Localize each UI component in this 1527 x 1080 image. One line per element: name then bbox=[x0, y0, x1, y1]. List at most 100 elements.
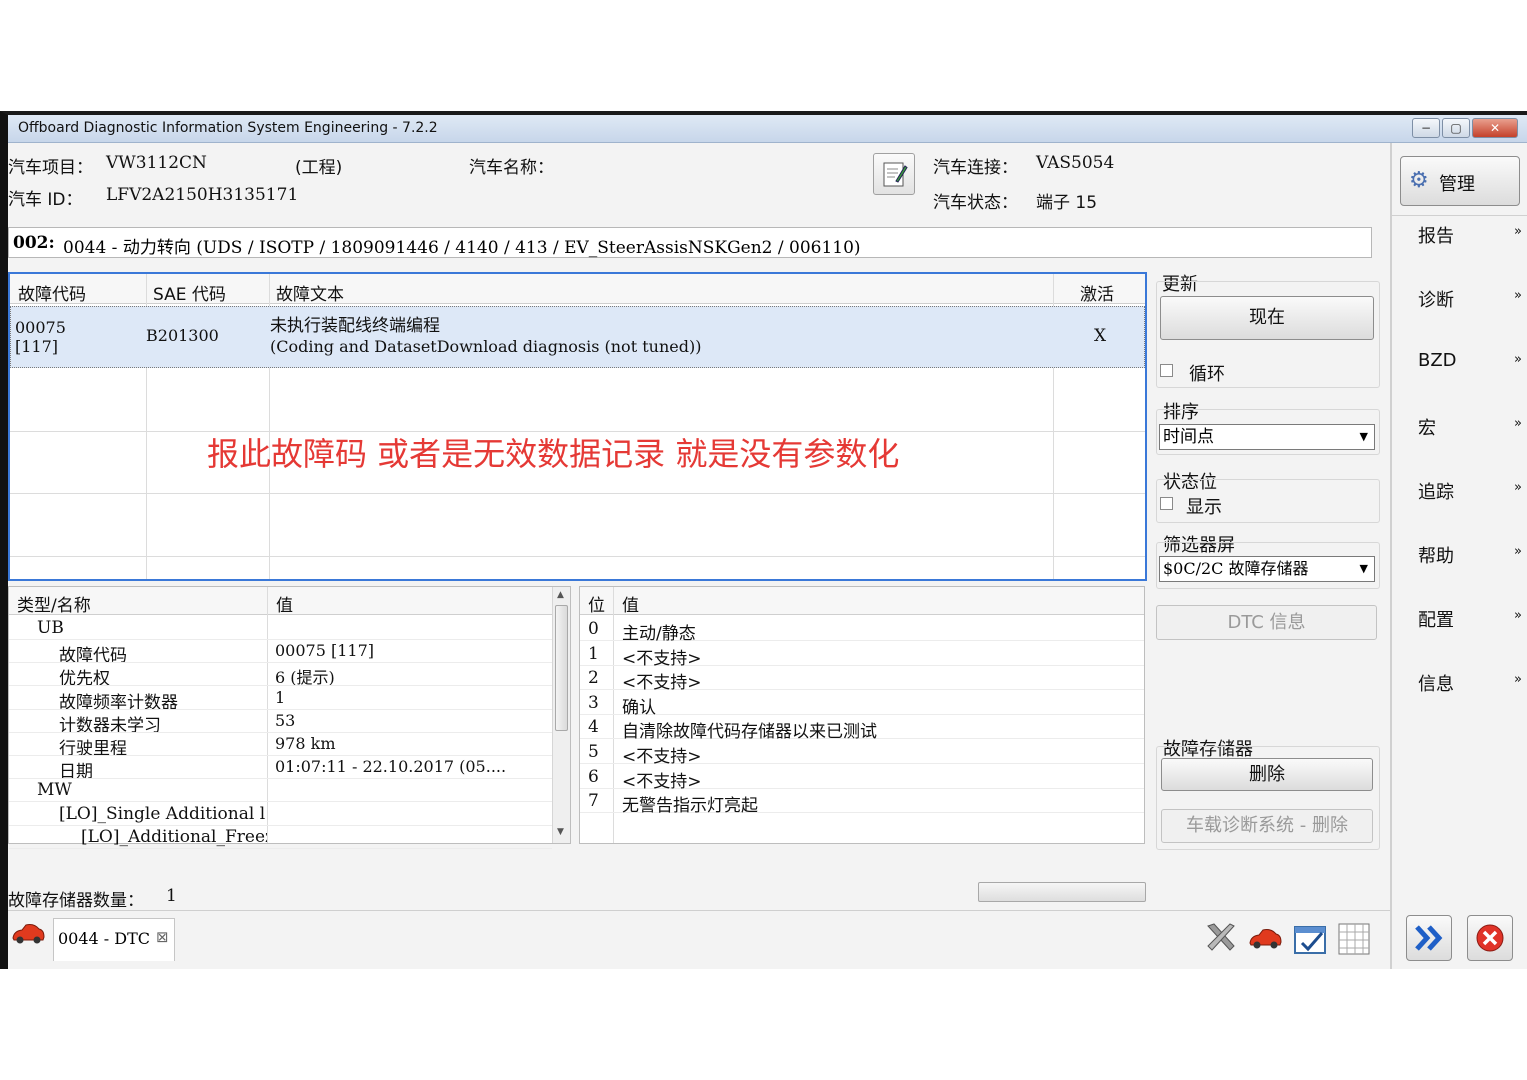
status-bit: 3 bbox=[588, 692, 599, 713]
forward-button[interactable] bbox=[1406, 915, 1452, 961]
detail-header-value[interactable]: 值 bbox=[276, 591, 293, 616]
window-title: Offboard Diagnostic Information System E… bbox=[18, 120, 438, 136]
vehicle-name-label: 汽车名称： bbox=[469, 158, 554, 178]
status-value: 主动/静态 bbox=[622, 624, 696, 644]
delete-button[interactable]: 删除 bbox=[1161, 758, 1373, 791]
vehicle-id-value: LFV2A2150H3135171 bbox=[106, 185, 299, 205]
tab-close-icon[interactable]: ⊠ bbox=[156, 928, 169, 946]
table-row[interactable]: 行驶里程 978 km bbox=[9, 733, 552, 756]
dtc-header-text[interactable]: 故障文本 bbox=[276, 280, 344, 305]
status-header-value[interactable]: 值 bbox=[622, 591, 639, 616]
minimize-button[interactable]: − bbox=[1412, 118, 1440, 138]
sidebar-item-5[interactable]: 帮助 » bbox=[1416, 542, 1527, 602]
fault-count-label: 故障存储器数量： bbox=[8, 891, 144, 911]
chevron-down-icon: » bbox=[1514, 480, 1522, 495]
sidebar-item-label: 报告 bbox=[1418, 226, 1454, 247]
dtc-info-button[interactable]: DTC 信息 bbox=[1156, 605, 1377, 640]
detail-name: 行驶里程 bbox=[59, 739, 127, 756]
table-row[interactable]: 6 <不支持> bbox=[580, 765, 1144, 792]
tab-dtc-label: 0044 - DTC bbox=[58, 929, 151, 948]
detail-table: 类型/名称 值 UB 故障代码 00075 [117] 优先权 6 (提示) 故障频率计数… bbox=[8, 586, 571, 849]
table-row[interactable]: 3 确认 bbox=[580, 691, 1144, 718]
sidebar-item-2[interactable]: BZD » bbox=[1416, 350, 1527, 410]
sidebar-item-label: 追踪 bbox=[1418, 482, 1454, 503]
table-row[interactable]: 故障代码 00075 [117] bbox=[9, 640, 552, 664]
obd-delete-button[interactable]: 车载诊断系统 - 删除 bbox=[1161, 809, 1373, 843]
status-value: 自清除故障代码存储器以来已测试 bbox=[622, 722, 877, 743]
connection-value: VAS5054 bbox=[1036, 153, 1115, 173]
show-checkbox[interactable] bbox=[1160, 497, 1173, 510]
scroll-up-icon[interactable]: ▲ bbox=[557, 590, 564, 600]
sidebar-item-label: 信息 bbox=[1418, 674, 1454, 695]
dropdown-arrow-icon: ▼ bbox=[1359, 430, 1368, 443]
close-window-button[interactable]: ✕ bbox=[1472, 118, 1518, 138]
table-row[interactable]: 0 主动/静态 bbox=[580, 617, 1144, 644]
sort-select[interactable]: 时间点 ▼ bbox=[1159, 424, 1375, 450]
table-row[interactable]: 2 <不支持> bbox=[580, 666, 1144, 693]
dtc-header-sae[interactable]: SAE 代码 bbox=[153, 280, 226, 305]
tools-icon[interactable] bbox=[1204, 920, 1238, 958]
dropdown-arrow-icon: ▼ bbox=[1359, 562, 1368, 575]
detail-name: 计数器未学习 bbox=[59, 715, 161, 733]
table-row[interactable]: 故障频率计数器 1 bbox=[9, 687, 552, 710]
ecu-address: 002: bbox=[13, 233, 55, 253]
detail-name: 日期 bbox=[59, 762, 93, 780]
status-bit: 5 bbox=[588, 742, 599, 762]
table-row[interactable]: 1 <不支持> bbox=[580, 642, 1144, 669]
exit-button[interactable] bbox=[1467, 915, 1513, 961]
status-value: <不支持> bbox=[622, 747, 702, 767]
table-row[interactable]: 优先权 6 (提示) bbox=[9, 663, 552, 687]
table-row[interactable]: 计数器未学习 53 bbox=[9, 710, 552, 733]
now-button[interactable]: 现在 bbox=[1160, 296, 1374, 340]
detail-name: UB bbox=[37, 618, 64, 638]
ecu-info-field: 002: 0044 - 动力转向 (UDS / ISOTP / 18090914… bbox=[8, 227, 1372, 258]
tab-dtc[interactable]: 0044 - DTC ⊠ bbox=[53, 918, 175, 961]
table-row[interactable]: 7 无警告指示灯亮起 bbox=[580, 789, 1144, 816]
detail-value: 978 km bbox=[275, 734, 336, 753]
dtc-table: 故障代码 SAE 代码 故障文本 激活 00075 [117] B201300 … bbox=[8, 272, 1147, 581]
detail-value: 6 (提示) bbox=[275, 668, 335, 687]
maximize-button[interactable]: ▢ bbox=[1442, 118, 1470, 138]
table-row[interactable]: 日期 01:07:11 - 22.10.2017 (05.... bbox=[9, 756, 552, 780]
filter-select[interactable]: $0C/2C 故障存储器 ▼ bbox=[1159, 556, 1375, 582]
show-label: 显示 bbox=[1186, 497, 1222, 518]
table-grid-icon[interactable] bbox=[1336, 921, 1372, 961]
project-label: 汽车项目： bbox=[8, 158, 93, 178]
scroll-down-icon[interactable]: ▼ bbox=[557, 827, 564, 837]
manage-button[interactable]: ⚙ 管理 bbox=[1400, 156, 1520, 206]
ecu-description: 0044 - 动力转向 (UDS / ISOTP / 1809091446 / … bbox=[63, 238, 861, 258]
detail-scrollbar[interactable]: ▲ ▼ bbox=[552, 587, 570, 843]
detail-name: 优先权 bbox=[59, 669, 110, 687]
sidebar-item-3[interactable]: 宏» bbox=[1416, 414, 1527, 474]
table-row[interactable]: 4 自清除故障代码存储器以来已测试 bbox=[580, 715, 1144, 743]
sidebar-item-1[interactable]: 诊断 » bbox=[1416, 286, 1527, 346]
status-bit-table: 位 值 0 主动/静态 1 <不支持> 2 <不支持> 3 确认 4 自清除故障代码存储器以来已测… bbox=[579, 586, 1145, 844]
table-row[interactable]: 00075 [117] B201300 未执行装配线终端编程 (Coding a… bbox=[10, 306, 1145, 368]
vehicle-icon[interactable] bbox=[1246, 923, 1284, 957]
table-row[interactable]: [LO]_Single Additional l bbox=[9, 803, 552, 826]
status-bit: 2 bbox=[588, 668, 599, 689]
table-row[interactable]: [LO]_Additional_Freez bbox=[9, 826, 552, 849]
sidebar-item-6[interactable]: 配置 » bbox=[1416, 606, 1527, 666]
table-row[interactable]: 5 <不支持> bbox=[580, 740, 1144, 767]
checklist-icon[interactable] bbox=[1292, 921, 1328, 961]
table-row[interactable]: MW bbox=[9, 779, 552, 803]
sidebar-item-0[interactable]: 报告 » bbox=[1416, 222, 1527, 282]
fault-count-value: 1 bbox=[166, 886, 177, 906]
manage-label: 管理 bbox=[1439, 174, 1475, 195]
dtc-header-active[interactable]: 激活 bbox=[1080, 280, 1114, 305]
status-bit: 0 bbox=[588, 619, 599, 639]
chevron-down-icon: » bbox=[1514, 544, 1522, 559]
status-bit: 4 bbox=[588, 717, 599, 738]
chevron-down-icon: » bbox=[1514, 224, 1522, 239]
loop-checkbox[interactable] bbox=[1160, 364, 1173, 377]
status-header-bit[interactable]: 位 bbox=[588, 591, 605, 616]
detail-header-name[interactable]: 类型/名称 bbox=[17, 591, 91, 616]
dtc-header-code[interactable]: 故障代码 bbox=[18, 280, 86, 305]
table-row[interactable]: UB bbox=[9, 617, 552, 640]
notes-button[interactable] bbox=[873, 153, 915, 195]
sidebar-item-7[interactable]: 信息 » bbox=[1416, 670, 1527, 730]
scroll-thumb[interactable] bbox=[555, 605, 568, 731]
status-value: 确认 bbox=[622, 697, 656, 718]
sidebar-item-4[interactable]: 追踪 » bbox=[1416, 478, 1527, 538]
